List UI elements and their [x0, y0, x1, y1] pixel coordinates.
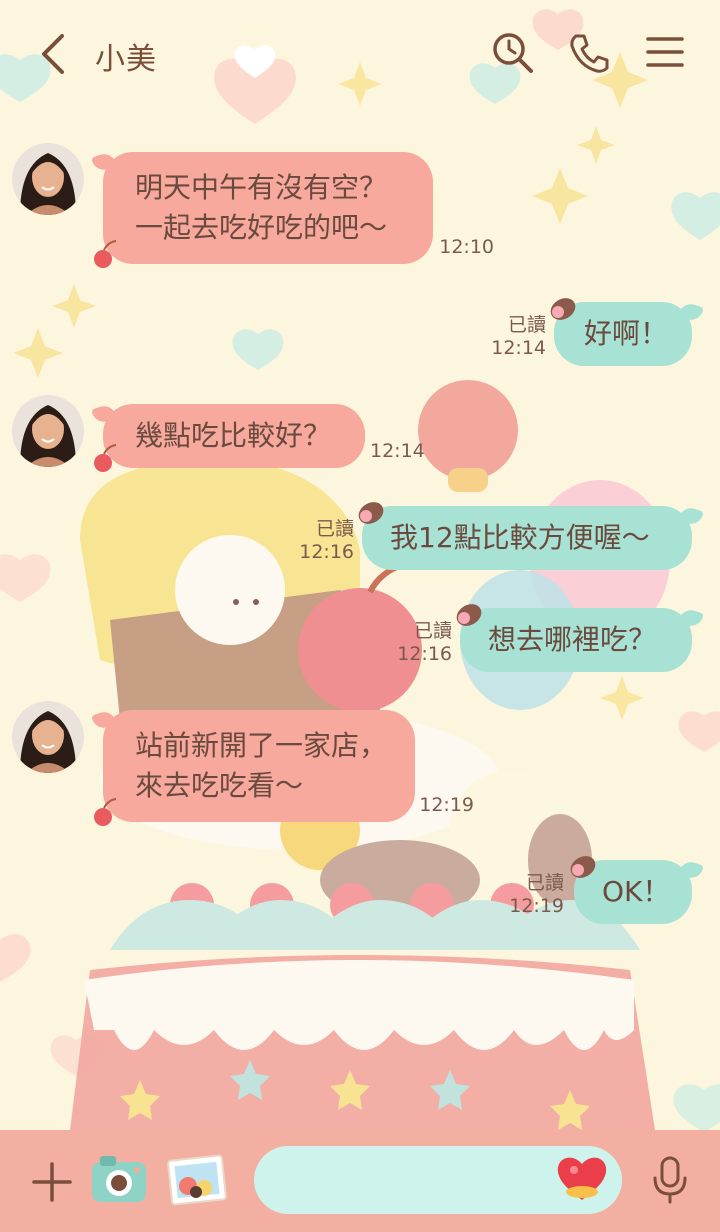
- phone-icon[interactable]: [566, 30, 612, 76]
- photo-album-icon[interactable]: [166, 1152, 228, 1206]
- microphone-icon[interactable]: [650, 1156, 690, 1204]
- plus-icon[interactable]: [30, 1160, 74, 1204]
- message-bubble-incoming[interactable]: 幾點吃比較好？: [103, 404, 365, 468]
- cherry-decoration-icon: [92, 240, 118, 270]
- contact-avatar[interactable]: [12, 701, 84, 773]
- message-time: 12:14: [370, 440, 425, 462]
- read-receipt: 已讀: [315, 518, 354, 540]
- read-receipt: 已讀: [525, 872, 564, 894]
- chocolate-strawberry-icon: [548, 296, 578, 322]
- message-bubble-outgoing[interactable]: 我12點比較方便喔～: [362, 506, 692, 570]
- message-bubble-outgoing[interactable]: 想去哪裡吃？: [460, 608, 692, 672]
- message-time: 12:14: [491, 337, 546, 359]
- heart-sticker-icon[interactable]: [556, 1152, 608, 1202]
- read-receipt: 已讀: [413, 620, 452, 642]
- chocolate-strawberry-icon: [454, 602, 484, 628]
- contact-avatar[interactable]: [12, 143, 84, 215]
- chocolate-strawberry-icon: [356, 500, 386, 526]
- search-clock-icon[interactable]: [490, 30, 536, 76]
- cherry-decoration-icon: [92, 798, 118, 828]
- cherry-decoration-icon: [92, 444, 118, 474]
- back-arrow-icon[interactable]: [34, 32, 74, 76]
- message-time: 12:19: [419, 794, 474, 816]
- menu-icon[interactable]: [644, 30, 690, 76]
- message-time: 12:16: [299, 541, 354, 563]
- camera-icon[interactable]: [90, 1154, 148, 1204]
- chat-title: 小美: [95, 42, 157, 77]
- message-time: 12:19: [509, 895, 564, 917]
- contact-avatar[interactable]: [12, 395, 84, 467]
- chat-header: 小美: [0, 0, 720, 110]
- message-bubble-incoming[interactable]: 明天中午有沒有空？ 一起去吃好吃的吧～: [103, 152, 433, 264]
- message-time: 12:16: [397, 643, 452, 665]
- chocolate-strawberry-icon: [568, 854, 598, 880]
- read-receipt: 已讀: [507, 314, 546, 336]
- message-time: 12:10: [439, 236, 494, 258]
- message-bubble-incoming[interactable]: 站前新開了一家店， 來去吃吃看～: [103, 710, 415, 822]
